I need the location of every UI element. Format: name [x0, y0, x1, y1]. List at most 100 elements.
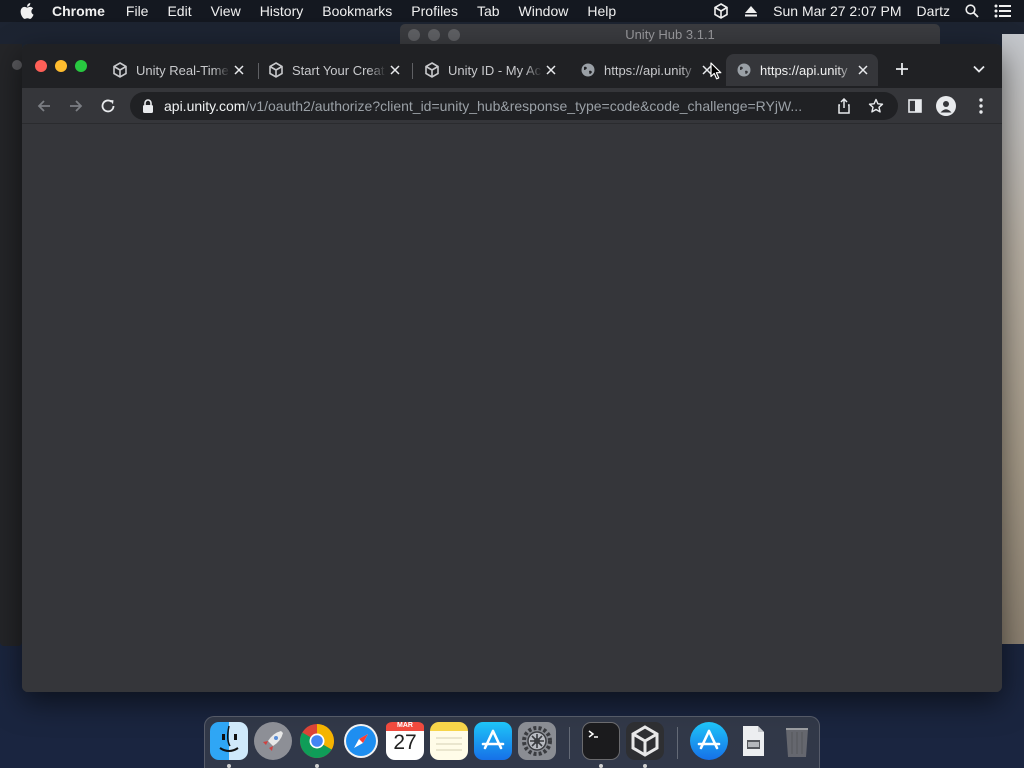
- dock-terminal[interactable]: [582, 722, 620, 760]
- dock-safari[interactable]: [342, 722, 380, 760]
- desktop-wallpaper-edge: [1002, 34, 1024, 644]
- unity-icon: [631, 725, 659, 757]
- new-tab-button[interactable]: [894, 61, 910, 77]
- menu-history[interactable]: History: [260, 3, 304, 19]
- close-tab-icon[interactable]: [544, 63, 558, 77]
- tab-search-chevron-icon[interactable]: [972, 62, 986, 76]
- terminal-icon: [588, 730, 598, 738]
- url-text[interactable]: api.unity.com/v1/oauth2/authorize?client…: [164, 98, 829, 114]
- trash-icon: [786, 728, 808, 757]
- back-arrow-icon: [37, 100, 50, 112]
- menu-file[interactable]: File: [126, 3, 149, 19]
- minimize-window-button[interactable]: [55, 60, 67, 72]
- background-window-left[interactable]: [0, 44, 22, 646]
- compass-icon: [344, 724, 378, 758]
- mouse-cursor-icon: [710, 62, 722, 80]
- apple-menu-icon[interactable]: [20, 3, 36, 19]
- menu-bookmarks[interactable]: Bookmarks: [322, 3, 392, 19]
- menu-edit[interactable]: Edit: [167, 3, 191, 19]
- dock-unity-hub[interactable]: [626, 722, 664, 760]
- reload-icon: [101, 99, 115, 113]
- lock-icon[interactable]: [142, 99, 154, 113]
- tab-api-unity-1[interactable]: https://api.unity: [572, 54, 722, 86]
- calendar-month: MAR: [397, 722, 413, 729]
- dock-notes[interactable]: [430, 722, 468, 760]
- menu-help[interactable]: Help: [587, 3, 616, 19]
- running-indicator: [315, 764, 319, 768]
- bookmark-star-icon[interactable]: [868, 98, 884, 114]
- unity-hub-window-title: Unity Hub 3.1.1: [625, 27, 715, 42]
- page-content-blank[interactable]: [22, 124, 1002, 692]
- background-window-dot: [12, 60, 22, 70]
- globe-icon: [581, 63, 595, 77]
- back-button[interactable]: [35, 97, 53, 115]
- menubar-user[interactable]: Dartz: [917, 3, 950, 19]
- forward-button[interactable]: [67, 97, 85, 115]
- tab-unity-real-time[interactable]: Unity Real-Time: [104, 54, 254, 86]
- app-store-icon: [481, 729, 505, 750]
- window-controls: [35, 60, 87, 72]
- profile-avatar-button[interactable]: [936, 96, 956, 116]
- unity-icon: [269, 62, 283, 78]
- tab-label: Unity ID - My Ac: [448, 62, 542, 78]
- chrome-window: Unity Real-Time Start Your Creat Unity I…: [22, 44, 1002, 692]
- dock-system-preferences[interactable]: [518, 722, 556, 760]
- side-panel-icon: [908, 99, 922, 113]
- dock-documents[interactable]: [734, 722, 772, 760]
- menu-view[interactable]: View: [211, 3, 241, 19]
- running-indicator: [643, 764, 647, 768]
- unity-hub-window[interactable]: Unity Hub 3.1.1: [400, 24, 940, 46]
- tab-separator: [258, 63, 259, 79]
- dock-trash[interactable]: [778, 722, 816, 760]
- dock-launchpad[interactable]: [254, 722, 292, 760]
- menu-app-name[interactable]: Chrome: [52, 3, 105, 19]
- unity-status-icon[interactable]: [713, 3, 729, 19]
- side-panel-button[interactable]: [906, 97, 924, 115]
- tab-label: Unity Real-Time: [136, 62, 229, 78]
- tab-start-your-creative[interactable]: Start Your Creat: [260, 54, 410, 86]
- calendar-day: 27: [393, 731, 417, 754]
- dock-calendar[interactable]: MAR 27: [386, 722, 424, 760]
- zoom-window-button[interactable]: [75, 60, 87, 72]
- forward-arrow-icon: [70, 100, 83, 112]
- running-indicator: [227, 764, 231, 768]
- dock-downloads[interactable]: [690, 722, 728, 760]
- person-icon: [940, 101, 952, 113]
- tab-unity-id[interactable]: Unity ID - My Ac: [416, 54, 566, 86]
- close-window-button[interactable]: [35, 60, 47, 72]
- dock-separator: [569, 727, 570, 759]
- unity-icon: [425, 62, 439, 78]
- spotlight-search-icon[interactable]: [965, 4, 979, 18]
- chrome-menu-button[interactable]: [972, 97, 990, 115]
- control-center-icon[interactable]: [994, 4, 1012, 18]
- menu-bar: Chrome File Edit View History Bookmarks …: [0, 0, 1024, 22]
- running-indicator: [599, 764, 603, 768]
- dock-finder[interactable]: [210, 722, 248, 760]
- eject-icon[interactable]: [744, 4, 758, 18]
- reload-button[interactable]: [99, 97, 117, 115]
- document-icon: [743, 726, 764, 756]
- gear-icon: [522, 726, 552, 756]
- menubar-clock[interactable]: Sun Mar 27 2:07 PM: [773, 3, 901, 19]
- close-tab-icon[interactable]: [388, 63, 402, 77]
- close-tab-icon[interactable]: [856, 63, 870, 77]
- close-tab-icon[interactable]: [232, 63, 246, 77]
- tab-api-unity-active[interactable]: https://api.unity: [726, 54, 878, 86]
- browser-toolbar: api.unity.com/v1/oauth2/authorize?client…: [22, 88, 1002, 124]
- dock-separator: [677, 727, 678, 759]
- unity-icon: [113, 62, 127, 78]
- tab-separator: [412, 63, 413, 79]
- url-path: /v1/oauth2/authorize?client_id=unity_hub…: [245, 98, 803, 114]
- menu-profiles[interactable]: Profiles: [411, 3, 458, 19]
- menu-tab[interactable]: Tab: [477, 3, 500, 19]
- dock-app-store[interactable]: [474, 722, 512, 760]
- menu-window[interactable]: Window: [519, 3, 569, 19]
- url-host: api.unity.com: [164, 98, 246, 114]
- dock: MAR 27: [204, 716, 820, 768]
- share-icon[interactable]: [836, 98, 852, 114]
- dock-google-chrome[interactable]: [298, 722, 336, 760]
- tab-label: https://api.unity: [604, 62, 692, 78]
- tab-strip: Unity Real-Time Start Your Creat Unity I…: [22, 44, 1002, 88]
- address-bar[interactable]: api.unity.com/v1/oauth2/authorize?client…: [130, 92, 898, 120]
- globe-icon: [737, 63, 751, 77]
